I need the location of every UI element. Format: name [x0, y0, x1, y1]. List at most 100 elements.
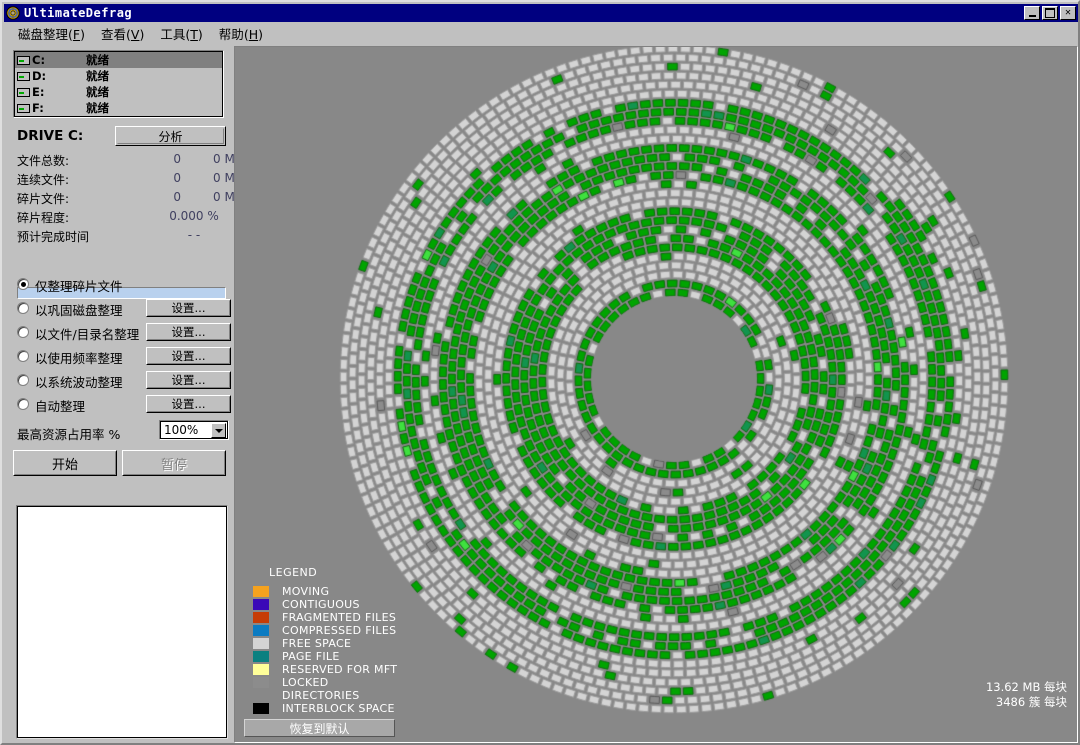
menu-label-help: 帮助: [219, 27, 244, 42]
legend-row: RESERVED FOR MFT: [253, 663, 483, 676]
title-bar: UltimateDefrag ✕: [4, 4, 1078, 22]
radio-button[interactable]: [17, 326, 29, 338]
defrag-mode-option[interactable]: 以巩固磁盘整理设置...: [13, 298, 226, 322]
legend-label: INTERBLOCK SPACE: [282, 702, 395, 715]
defrag-mode-option[interactable]: 自动整理设置...: [13, 394, 226, 418]
pause-button[interactable]: 暂停: [122, 450, 226, 476]
radio-button[interactable]: [17, 374, 29, 386]
drive-row[interactable]: F:就绪: [15, 100, 222, 116]
start-button[interactable]: 开始: [13, 450, 117, 476]
settings-button[interactable]: 设置...: [146, 347, 231, 365]
settings-button[interactable]: 设置...: [146, 371, 231, 389]
log-output[interactable]: [16, 505, 228, 739]
defrag-mode-label: 以系统波动整理: [35, 372, 123, 391]
radio-button[interactable]: [17, 302, 29, 314]
minimize-button[interactable]: [1024, 6, 1040, 20]
drive-row[interactable]: D: 就绪: [15, 68, 222, 84]
stat-row: 碎片文件:00 MB: [13, 188, 226, 207]
drive-row[interactable]: E:就绪: [15, 84, 222, 100]
menu-label-tools: 工具: [160, 27, 185, 42]
maximize-button[interactable]: [1042, 6, 1058, 20]
analyze-button[interactable]: 分析: [115, 126, 226, 146]
legend-label: MOVING: [282, 585, 329, 598]
defrag-mode-label: 以巩固磁盘整理: [35, 300, 123, 319]
stat-row: 碎片程度:0.000 %: [13, 207, 226, 226]
disk-map-panel[interactable]: LEGEND MOVINGCONTIGUOUSFRAGMENTED FILESC…: [234, 46, 1078, 743]
drive-status: 就绪: [86, 68, 109, 84]
chevron-down-icon[interactable]: [211, 423, 226, 438]
legend-label: FRAGMENTED FILES: [282, 611, 396, 624]
drive-status: 就绪: [86, 84, 109, 100]
resource-usage-row: 最高资源占用率 % 100%: [13, 420, 226, 444]
radio-button[interactable]: [17, 278, 29, 290]
settings-button[interactable]: 设置...: [146, 323, 231, 341]
defrag-mode-label: 以文件/目录名整理: [35, 324, 139, 343]
legend-label: COMPRESSED FILES: [282, 624, 396, 637]
drive-status: 就绪: [86, 52, 109, 68]
legend-label: CONTIGUOUS: [282, 598, 360, 611]
legend-swatch: [253, 599, 269, 610]
stat-row: 连续文件:00 MB: [13, 169, 226, 188]
legend-row: FREE SPACE: [253, 637, 483, 650]
close-button[interactable]: ✕: [1060, 6, 1076, 20]
action-buttons: 开始 暂停: [13, 450, 226, 478]
menu-mnemonic-view: V: [131, 27, 140, 42]
stat-label: 碎片文件:: [17, 190, 69, 207]
legend-swatch: [253, 690, 269, 701]
legend-row: COMPRESSED FILES: [253, 624, 483, 637]
window-title: UltimateDefrag: [24, 6, 1024, 20]
menu-item-defrag[interactable]: 磁盘整理(F): [10, 22, 93, 45]
legend-swatch: [253, 625, 269, 636]
resource-usage-value: 100%: [164, 423, 198, 437]
defrag-mode-option[interactable]: 以系统波动整理设置...: [13, 370, 226, 394]
legend-row: LOCKED: [253, 676, 483, 689]
legend-label: DIRECTORIES: [282, 689, 360, 702]
menu-label-defrag: 磁盘整理: [18, 27, 68, 42]
drive-icon: [17, 56, 30, 65]
stat-row: 文件总数:00 MB: [13, 150, 226, 169]
menu-mnemonic-tools: T: [190, 27, 198, 42]
menu-item-help[interactable]: 帮助(H): [211, 22, 271, 45]
drive-row[interactable]: C:就绪: [15, 52, 222, 68]
legend-row: PAGE FILE: [253, 650, 483, 663]
map-block-size: 13.62 MB 每块: [986, 680, 1067, 695]
map-info: 13.62 MB 每块 3486 簇 每块: [986, 680, 1067, 710]
drive-icon: [17, 88, 30, 97]
legend-swatch: [253, 677, 269, 688]
defrag-mode-label: 仅整理碎片文件: [35, 276, 123, 295]
settings-button[interactable]: 设置...: [146, 299, 231, 317]
menu-item-tools[interactable]: 工具(T): [152, 22, 210, 45]
drive-status: 就绪: [86, 100, 109, 116]
reset-defaults-button[interactable]: 恢复到默认: [244, 719, 395, 737]
legend-row: DIRECTORIES: [253, 689, 483, 702]
defrag-mode-label: 自动整理: [35, 396, 85, 415]
resource-usage-select[interactable]: 100%: [159, 420, 229, 440]
drive-letter: D:: [32, 69, 58, 83]
defrag-mode-option[interactable]: 仅整理碎片文件: [13, 274, 226, 298]
drive-icon: [17, 104, 30, 113]
settings-button[interactable]: 设置...: [146, 395, 231, 413]
legend-label: RESERVED FOR MFT: [282, 663, 397, 676]
radio-button[interactable]: [17, 398, 29, 410]
legend-row: CONTIGUOUS: [253, 598, 483, 611]
legend-row: FRAGMENTED FILES: [253, 611, 483, 624]
defrag-mode-option[interactable]: 以文件/目录名整理设置...: [13, 322, 226, 346]
drive-list[interactable]: C:就绪D:就绪E:就绪F:就绪: [13, 50, 224, 118]
menu-item-view[interactable]: 查看(V): [93, 22, 152, 45]
stat-count: 0: [165, 152, 181, 166]
map-block-clusters: 3486 簇 每块: [986, 695, 1067, 710]
legend-row: INTERBLOCK SPACE: [253, 702, 483, 715]
legend-swatch: [253, 703, 269, 714]
stat-size: - -: [163, 228, 225, 242]
stat-count: 0: [165, 190, 181, 204]
menu-label-view: 查看: [101, 27, 126, 42]
defrag-mode-option[interactable]: 以使用频率整理设置...: [13, 346, 226, 370]
defrag-mode-label: 以使用频率整理: [35, 348, 123, 367]
legend-label: PAGE FILE: [282, 650, 340, 663]
drive-statistics: DRIVE C: 分析 文件总数:00 MB连续文件:00 MB碎片文件:00 …: [13, 124, 226, 245]
menu-mnemonic-help: H: [249, 27, 258, 42]
legend-swatch: [253, 586, 269, 597]
legend: LEGEND MOVINGCONTIGUOUSFRAGMENTED FILESC…: [253, 566, 483, 715]
radio-button[interactable]: [17, 350, 29, 362]
menu-bar: 磁盘整理(F) 查看(V) 工具(T) 帮助(H): [4, 24, 1078, 43]
